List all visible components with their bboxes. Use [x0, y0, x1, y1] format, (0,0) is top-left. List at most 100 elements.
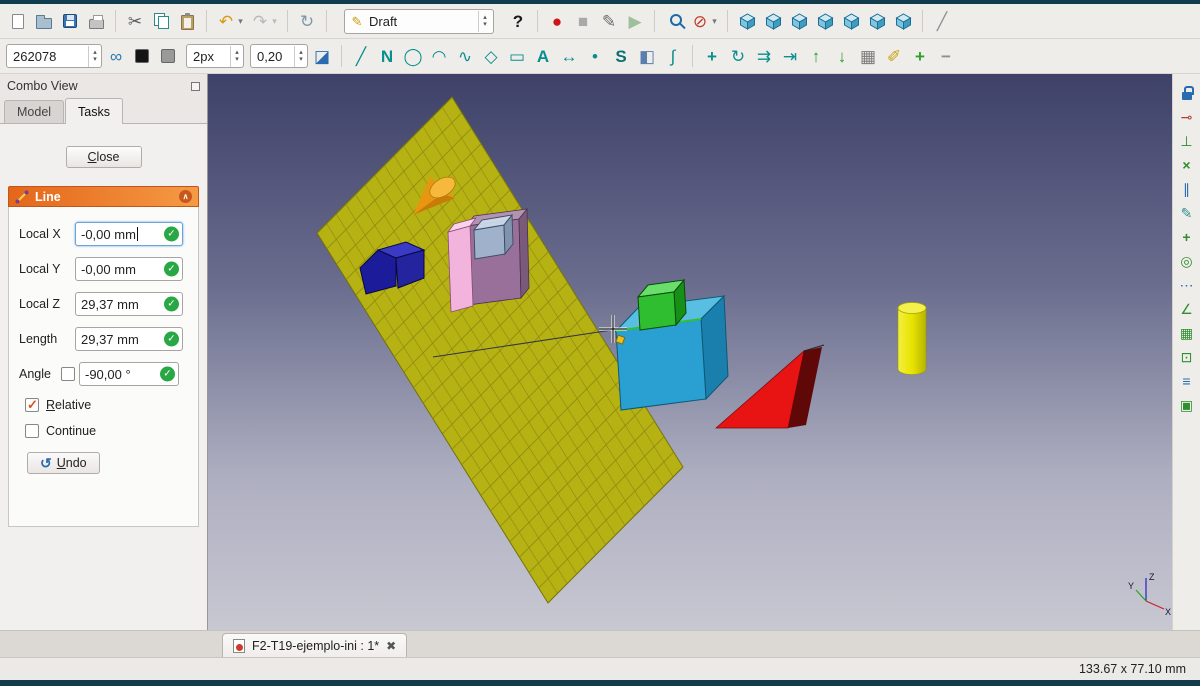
coordinate-spinner[interactable]: ▴ ▾ [88, 46, 101, 67]
view-axonometric-icon[interactable] [735, 9, 759, 33]
tab-model[interactable]: Model [4, 100, 64, 123]
view-left-icon[interactable] [891, 9, 915, 33]
draft-bspline-icon[interactable]: ∿ [453, 44, 477, 68]
new-document-icon[interactable] [6, 9, 30, 33]
angle-checkbox[interactable] [61, 367, 75, 381]
draft-dimension-icon[interactable]: ↔ [557, 44, 581, 68]
draft-rectangle-icon[interactable]: ▭ [505, 44, 529, 68]
snap-endpoint-icon[interactable]: ⊸ [1176, 106, 1198, 128]
spin-down-icon[interactable]: ▾ [483, 21, 487, 28]
snap-perpendicular-icon[interactable]: ⊥ [1176, 130, 1198, 152]
local-x-input[interactable]: -0,00 mm ✓ [75, 222, 183, 246]
draft-shapestring-icon[interactable]: S [609, 44, 633, 68]
snap-working-plane-icon[interactable]: ⊡ [1176, 346, 1198, 368]
undo-button[interactable]: ↺ Undo [27, 452, 100, 474]
line-width-select[interactable]: 2px ▴ ▾ [186, 44, 244, 68]
continue-checkbox[interactable] [25, 424, 39, 438]
local-y-input[interactable]: -0,00 mm ✓ [75, 257, 183, 281]
paste-icon[interactable] [175, 9, 199, 33]
document-tab[interactable]: F2-T19-ejemplo-ini : 1* ✖ [222, 633, 407, 658]
draw-style-dropdown-icon[interactable]: ▾ [709, 9, 720, 33]
draft-facebinder-icon[interactable]: ◧ [635, 44, 659, 68]
snap-intersection-icon[interactable]: × [1176, 154, 1198, 176]
construction-mode-icon[interactable]: ∞ [104, 44, 128, 68]
spin-up-icon[interactable]: ▴ [235, 49, 239, 56]
snap-grid-icon[interactable]: ▦ [1176, 322, 1198, 344]
scale-spinbox[interactable]: 0,20 ▴ ▾ [250, 44, 308, 68]
view-right-icon[interactable] [813, 9, 837, 33]
draft-text-icon[interactable]: A [531, 44, 555, 68]
draft-upgrade-icon[interactable]: ↑ [804, 44, 828, 68]
workbench-spinner[interactable]: ▴ ▾ [478, 11, 491, 32]
draft-trimex-icon[interactable]: ⇥ [778, 44, 802, 68]
draft-edit-icon[interactable]: ✐ [882, 44, 906, 68]
spin-down-icon[interactable]: ▾ [235, 56, 239, 63]
spin-down-icon[interactable]: ▾ [93, 56, 97, 63]
draft-move-icon[interactable]: + [700, 44, 724, 68]
spin-up-icon[interactable]: ▴ [299, 49, 303, 56]
3d-viewport[interactable]: Z Y X [208, 74, 1172, 630]
relative-checkbox[interactable] [25, 398, 39, 412]
tab-tasks[interactable]: Tasks [65, 98, 123, 124]
draft-polygon-icon[interactable]: ◇ [479, 44, 503, 68]
macro-stop-icon[interactable]: ■ [571, 9, 595, 33]
draft-downgrade-icon[interactable]: ↓ [830, 44, 854, 68]
macro-edit-icon[interactable]: ✎ [597, 9, 621, 33]
scale-spinner[interactable]: ▴ ▾ [294, 46, 307, 67]
open-document-icon[interactable] [32, 9, 56, 33]
3d-scene[interactable]: Z Y X [208, 74, 1172, 630]
close-button[interactable]: Close [66, 146, 142, 168]
snap-ortho-icon[interactable]: ∠ [1176, 298, 1198, 320]
view-bottom-icon[interactable] [865, 9, 889, 33]
face-color-swatch[interactable] [156, 44, 180, 68]
toggle-grid-icon[interactable]: ▣ [1176, 394, 1198, 416]
local-z-input[interactable]: 29,37 mm ✓ [75, 292, 183, 316]
snap-near-icon[interactable]: ⋯ [1176, 274, 1198, 296]
snap-lock-icon[interactable] [1176, 82, 1198, 104]
draft-line-icon[interactable]: ╱ [349, 44, 373, 68]
red-wedge-shape[interactable] [716, 345, 824, 428]
draft-del-point-icon[interactable]: − [934, 44, 958, 68]
coordinate-input[interactable]: 262078 ▴ ▾ [6, 44, 102, 68]
draft-circle-icon[interactable]: ◯ [401, 44, 425, 68]
draft-bezcurve-icon[interactable]: ∫ [661, 44, 685, 68]
macro-record-icon[interactable]: ● [545, 9, 569, 33]
draft-arc-icon[interactable]: ◠ [427, 44, 451, 68]
draft-rotate-icon[interactable]: ↻ [726, 44, 750, 68]
draft-add-point-icon[interactable]: + [908, 44, 932, 68]
workbench-selector[interactable]: ✎ Draft ▴ ▾ [344, 9, 494, 34]
view-front-icon[interactable] [761, 9, 785, 33]
tab-close-icon[interactable]: ✖ [386, 639, 396, 653]
redo-dropdown-icon[interactable]: ▾ [269, 9, 280, 33]
copy-icon[interactable] [149, 9, 173, 33]
length-input[interactable]: 29,37 mm ✓ [75, 327, 183, 351]
angle-input[interactable]: -90,00 ° ✓ [79, 362, 179, 386]
spin-down-icon[interactable]: ▾ [299, 56, 303, 63]
spin-up-icon[interactable]: ▴ [483, 14, 487, 21]
snap-center-icon[interactable]: + [1176, 226, 1198, 248]
cut-icon[interactable]: ✂ [123, 9, 147, 33]
spin-up-icon[interactable]: ▴ [93, 49, 97, 56]
draft-point-icon[interactable]: • [583, 44, 607, 68]
panel-float-icon[interactable] [191, 82, 200, 91]
save-document-icon[interactable] [58, 9, 82, 33]
snap-dimensions-icon[interactable]: ≡ [1176, 370, 1198, 392]
line-color-swatch[interactable] [130, 44, 154, 68]
draft-wire-icon[interactable]: N [375, 44, 399, 68]
line-width-spinner[interactable]: ▴ ▾ [230, 46, 243, 67]
undo-dropdown-icon[interactable]: ▾ [235, 9, 246, 33]
view-top-icon[interactable] [787, 9, 811, 33]
snap-angle-icon[interactable]: ◎ [1176, 250, 1198, 272]
draft-array-icon[interactable]: ▦ [856, 44, 880, 68]
line-task-header[interactable]: Line ∧ [8, 186, 199, 207]
zoom-fit-icon[interactable] [662, 9, 686, 33]
refresh-icon[interactable]: ↻ [295, 9, 319, 33]
cylinder-shape[interactable] [898, 303, 926, 375]
measure-distance-icon[interactable]: ╱ [930, 9, 954, 33]
draft-offset-icon[interactable]: ⇉ [752, 44, 776, 68]
whats-this-icon[interactable]: ? [506, 9, 530, 33]
print-icon[interactable] [84, 9, 108, 33]
view-rear-icon[interactable] [839, 9, 863, 33]
autogroup-icon[interactable]: ◪ [310, 44, 334, 68]
collapse-section-icon[interactable]: ∧ [179, 190, 192, 203]
